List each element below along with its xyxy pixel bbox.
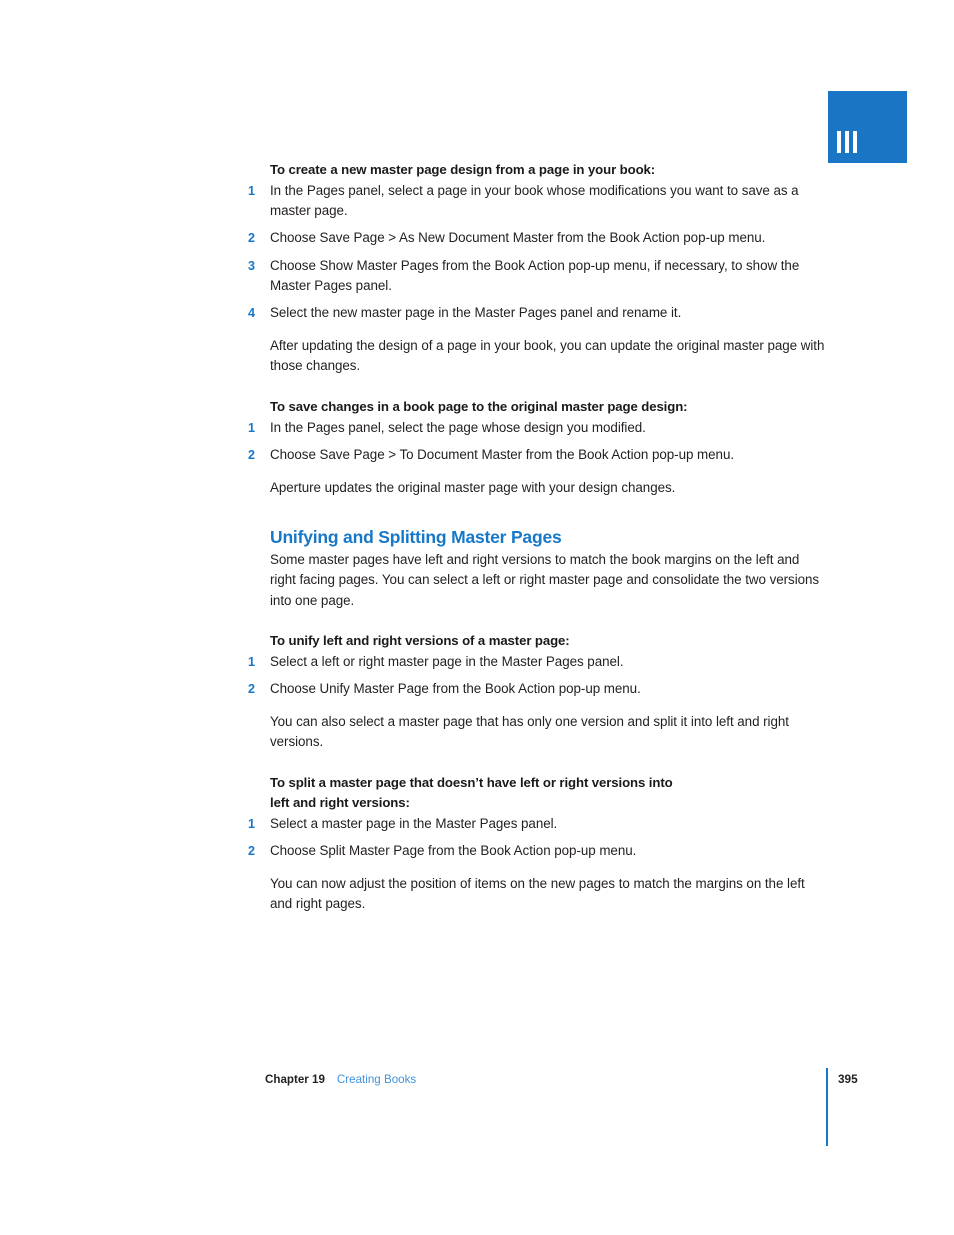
heading-split-master-page-line2: left and right versions: [270,794,410,810]
note-after-create-master: After updating the design of a page in y… [270,338,825,374]
step-item: 1 Select a left or right master page in … [248,652,826,672]
step-number: 2 [248,231,255,246]
step-number: 1 [248,184,255,198]
step-number: 1 [248,816,255,831]
page-footer: Chapter 19 Creating Books [265,1072,885,1088]
note-after-save-changes: Aperture updates the original master pag… [270,480,676,496]
step-item: 2 Choose Save Page > As New Document Mas… [248,228,826,248]
step-text: Choose Split Master Page from the Book A… [270,842,637,858]
page-content: To create a new master page design from … [248,160,826,914]
step-text: In the Pages panel, select a page in you… [270,183,799,219]
step-number: 1 [248,654,255,669]
step-item: 2 Choose Split Master Page from the Book… [248,841,826,861]
step-item: 2 Choose Unify Master Page from the Book… [248,679,826,699]
footer-divider-rule [826,1068,828,1146]
step-item: 4 Select the new master page in the Mast… [248,303,826,323]
step-number: 4 [248,306,255,321]
step-number: 1 [248,420,255,435]
topic-title: Unifying and Splitting Master Pages [270,527,562,548]
step-text: Select a left or right master page in th… [270,653,624,669]
step-text: Choose Show Master Pages from the Book A… [270,257,800,293]
step-text: Select a master page in the Master Pages… [270,815,558,831]
heading-create-new-master: To create a new master page design from … [270,162,656,177]
step-number: 2 [248,682,255,697]
step-text: Choose Save Page > To Document Master fr… [270,446,735,462]
page-number: 395 [838,1072,858,1086]
step-number: 2 [248,447,255,462]
step-text: Choose Unify Master Page from the Book A… [270,681,641,697]
step-number: 3 [248,258,255,273]
chapter-tab-marker [828,91,907,163]
step-text: Choose Save Page > As New Document Maste… [270,230,766,246]
footer-chapter-label: Chapter 19 [265,1073,325,1086]
step-item: 1 In the Pages panel, select the page wh… [248,418,826,438]
note-after-unify: You can also select a master page that h… [270,714,789,750]
step-item: 2 Choose Save Page > To Document Master … [248,445,826,465]
step-item: 1 Select a master page in the Master Pag… [248,814,826,834]
footer-chapter-title: Creating Books [336,1073,417,1086]
step-item: 1 In the Pages panel, select a page in y… [248,181,826,221]
heading-split-master-page-line1: To split a master page that doesn’t have… [270,774,673,790]
step-text: Select the new master page in the Master… [270,305,682,321]
topic-intro-paragraph: Some master pages have left and right ve… [270,552,820,608]
note-after-split: You can now adjust the position of items… [270,876,805,912]
step-text: In the Pages panel, select the page whos… [270,419,646,435]
heading-save-changes-to-master: To save changes in a book page to the or… [270,398,688,414]
step-item: 3 Choose Show Master Pages from the Book… [248,256,826,296]
heading-unify-master-page: To unify left and right versions of a ma… [270,632,570,648]
chapter-numeral-bars-icon [837,131,857,153]
step-number: 2 [248,843,255,858]
